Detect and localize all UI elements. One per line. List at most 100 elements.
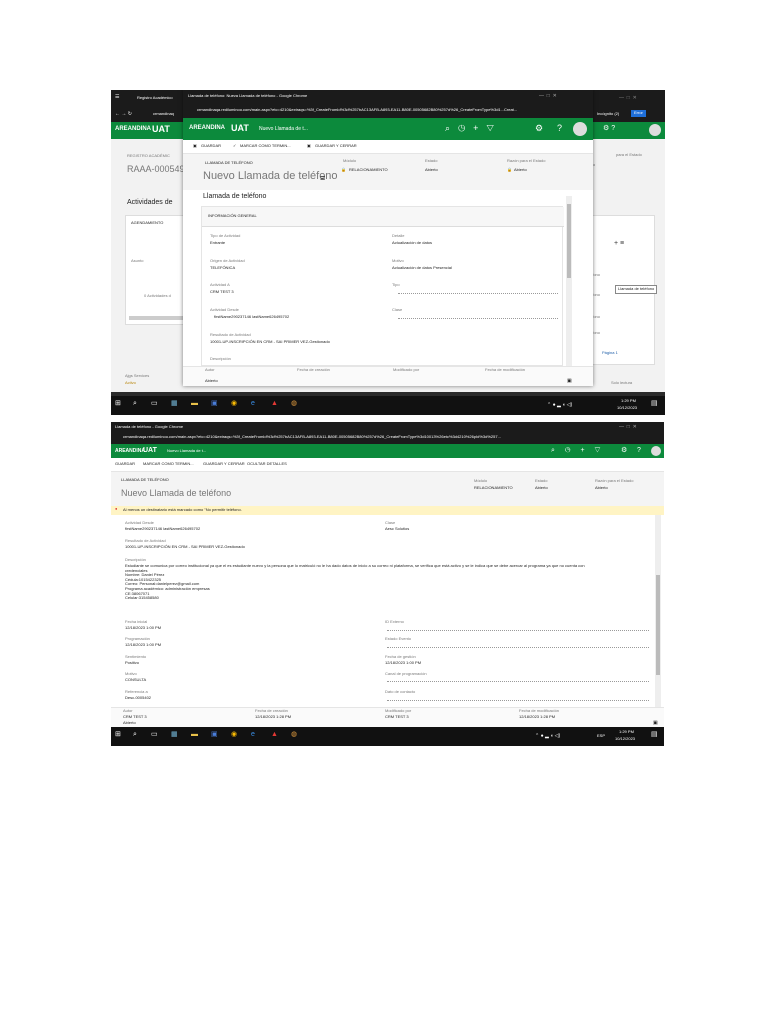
chrome-icon[interactable]: ◉ [231, 400, 237, 408]
folder-icon[interactable]: ▬ [191, 731, 198, 739]
outlook-icon[interactable]: ▣ [211, 731, 218, 739]
header-value[interactable]: Abierto [425, 167, 438, 173]
field-value[interactable]: Positivo [125, 660, 139, 666]
notifications-icon[interactable]: ▤ [651, 400, 658, 408]
field-value[interactable]: 10001-UP-INSCRIPCIÓN EN CRM - SAI PRIMER… [125, 544, 245, 550]
tab-general[interactable]: INFORMACIÓN GENERAL [202, 207, 564, 227]
field-value[interactable]: firstName290237146 lastName626495702 [214, 314, 289, 320]
field-value[interactable]: Actualización de datos Presencial [392, 265, 452, 271]
avatar[interactable] [651, 446, 661, 456]
clock-date[interactable]: 10/12/2023 [615, 736, 635, 742]
header-value[interactable]: Abierto [535, 485, 548, 491]
menu-icon[interactable]: ≡ [320, 173, 325, 184]
add-icon[interactable]: + ≡ [614, 240, 624, 248]
pdf-icon[interactable]: ▲ [271, 731, 278, 739]
notifications-icon[interactable]: ▤ [651, 731, 658, 739]
clock-time[interactable]: 1:29 PM [619, 729, 634, 735]
nav-title[interactable]: Nuevo Llamada de t... [259, 126, 308, 132]
field-value[interactable]: CONSULTA [125, 677, 146, 683]
save-button[interactable]: GUARDAR [201, 143, 221, 149]
empty-field[interactable] [398, 318, 558, 319]
empty-field[interactable] [387, 681, 649, 682]
field-value[interactable]: Entrante [210, 240, 225, 246]
empty-field[interactable] [387, 647, 649, 648]
back-icon[interactable]: ← → ↻ [115, 111, 132, 117]
bg-asunto[interactable]: Asunto [131, 258, 143, 264]
bg-menu-icon[interactable]: ☰ [115, 94, 119, 100]
window-controls-icon[interactable]: — □ ✕ [539, 93, 557, 99]
section-title[interactable]: Llamada de teléfono [203, 193, 266, 201]
bg-agend[interactable]: AGENDAMIENTO [131, 220, 163, 226]
hide-details-button[interactable]: OCULTAR DETALLES [247, 461, 287, 467]
help-icon[interactable]: ? [637, 447, 641, 455]
empty-field[interactable] [398, 293, 558, 294]
field-value[interactable]: Actualización de datos [392, 240, 432, 246]
bg-window-controls-icon[interactable]: — □ ✕ [619, 95, 637, 101]
bg-tab[interactable]: Registro Académico [137, 95, 173, 101]
field-value[interactable]: 12/18/2023 1:00 PM [385, 660, 421, 666]
windows-start-icon[interactable]: ⊞ [115, 400, 121, 408]
save-close-icon[interactable]: ▣ [307, 143, 311, 149]
field-value[interactable]: Desc-0005402 [125, 695, 151, 701]
pagination[interactable]: Página 1 [602, 350, 618, 356]
help-icon[interactable]: ? [557, 123, 562, 134]
clock-date[interactable]: 10/12/2023 [617, 405, 637, 411]
field-value[interactable]: firstName290237146 lastName626495702 [125, 526, 200, 532]
bg-right-o: o [593, 162, 596, 167]
scrollbar[interactable] [566, 196, 572, 366]
save-icon[interactable]: ▣ [193, 143, 197, 149]
mark-complete-button[interactable]: MARCAR COMO TERMIN... [240, 143, 291, 149]
window-controls-icon[interactable]: — □ ✕ [619, 424, 637, 430]
save-button[interactable]: GUARDAR [115, 461, 135, 467]
windows-start-icon[interactable]: ⊞ [115, 731, 121, 739]
bg-scrollbar[interactable] [129, 316, 185, 320]
tray-icons[interactable]: ⌃ ● ▂ ◖ ◁) [535, 733, 560, 739]
clock-time[interactable]: 1:29 PM [621, 398, 636, 404]
gear-icon[interactable]: ⚙ [535, 123, 543, 134]
task-view-icon[interactable]: ▭ [151, 731, 158, 739]
search-icon[interactable]: ⌕◷+▽ [445, 123, 502, 134]
save-icon[interactable]: ▣ [567, 378, 572, 384]
outlook-icon[interactable]: ▣ [211, 400, 218, 408]
empty-field[interactable] [387, 700, 649, 701]
error-badge[interactable]: Error [631, 110, 646, 117]
task-view-icon[interactable]: ▭ [151, 400, 158, 408]
pdf-icon[interactable]: ▲ [271, 400, 278, 408]
check-icon[interactable]: ✓ [233, 143, 236, 149]
language-indicator[interactable]: ESP [597, 733, 605, 739]
app-icon[interactable]: ▦ [171, 731, 178, 739]
app-icon[interactable]: ◍ [291, 400, 297, 408]
field-value[interactable]: 12/18/2023 1:00 PM [125, 625, 161, 631]
field-value[interactable]: 10001-UP-INSCRIPCIÓN EN CRM - SAI PRIMER… [210, 339, 330, 345]
bg-gear-icon[interactable]: ⚙ ? [603, 125, 615, 133]
tray-icons[interactable]: ⌃ ● ▂ ◖ ◁) [547, 402, 572, 408]
save-close-button[interactable]: GUARDAR Y CERRAR [315, 143, 357, 149]
edge-icon[interactable]: e [251, 731, 255, 739]
folder-icon[interactable]: ▬ [191, 400, 198, 408]
avatar[interactable] [573, 122, 587, 136]
warning-icon: ● [115, 506, 118, 511]
chrome-icon[interactable]: ◉ [231, 731, 237, 739]
nav-title[interactable]: Nuevo Llamada de t... [167, 448, 206, 454]
bg-avatar[interactable] [649, 124, 661, 136]
empty-field[interactable] [387, 630, 649, 631]
bg-tab2[interactable]: crmandinaq [153, 111, 174, 117]
scrollbar[interactable] [655, 515, 661, 707]
gear-icon[interactable]: ⚙ [621, 447, 627, 455]
mark-complete-button[interactable]: MARCAR COMO TERMIN... [143, 461, 194, 467]
field-value[interactable]: 12/18/2023 1:00 PM [125, 642, 161, 648]
search-icon[interactable]: ⌕ [133, 400, 137, 408]
search-icon[interactable]: ⌕◷+▽ [551, 447, 610, 455]
popup-url[interactable]: crmandinaqa.rediluminoo.com/main.aspx?et… [197, 108, 587, 113]
description-field[interactable]: Estudiante se comunica por correo instit… [125, 563, 645, 601]
field-value[interactable]: TELEFÓNICA [210, 265, 235, 271]
edge-icon[interactable]: e [251, 400, 255, 408]
save-icon[interactable]: ▣ [653, 720, 658, 726]
save-close-button[interactable]: GUARDAR Y CERRAR [203, 461, 245, 467]
field-value[interactable]: CRM TEST 3 [210, 289, 234, 295]
app-icon[interactable]: ▦ [171, 400, 178, 408]
url-bar[interactable]: crmandinaqa.rediluminoo.com/main.aspx?et… [123, 435, 653, 440]
field-value[interactable]: Aesc Solutios [385, 526, 409, 532]
app-icon[interactable]: ◍ [291, 731, 297, 739]
search-icon[interactable]: ⌕ [133, 731, 137, 739]
